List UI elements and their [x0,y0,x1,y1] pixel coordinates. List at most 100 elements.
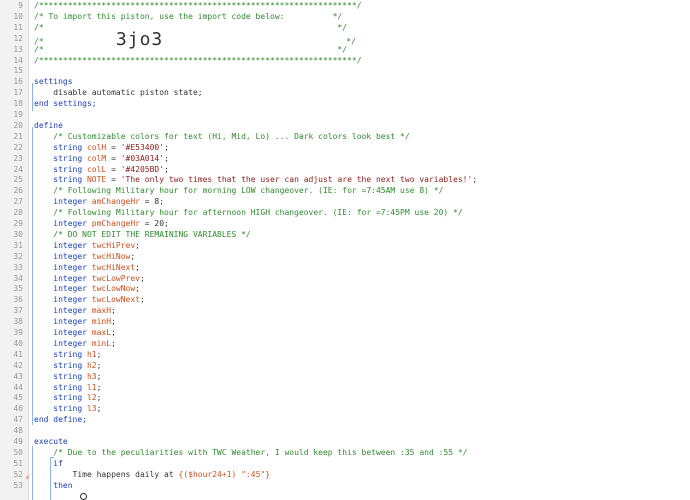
code-line[interactable]: 42 string h2; [0,360,690,371]
code-token: integer [34,295,92,305]
code-token: ; [96,382,102,392]
line-number: 53 [13,480,23,490]
code-token: string [34,164,87,174]
code-line[interactable]: 21 /* Customizable colors for text (Hi, … [0,131,690,142]
code-token: colL [86,164,107,174]
code-text: integer pmChangeHr = 20; [34,218,690,229]
code-line[interactable]: 15 [0,65,690,76]
code-line[interactable]: 49 execute [0,436,690,447]
code-line[interactable]: 43 string h3; [0,371,690,382]
code-line[interactable]: 50 /* Due to the peculiarities with TWC … [0,447,690,458]
code-token: disable automatic piston state; [34,88,203,98]
code-line[interactable]: 40 integer minL; [0,338,690,349]
code-token: 'The only two times that the user can ad… [120,175,473,185]
code-line[interactable]: 9 /**************************************… [0,0,690,11]
code-token: ; [96,371,102,381]
code-editor[interactable]: 9 /**************************************… [0,0,690,500]
code-token: end settings; [34,99,97,109]
code-token: string [34,404,87,414]
code-line[interactable]: 47 end define; [0,414,690,425]
line-number: 14 [13,55,23,65]
code-text: /* To import this piston, use the import… [34,11,690,22]
code-token: integer [34,273,92,283]
code-line[interactable]: 51 if [0,458,690,469]
code-line[interactable]: 46 string l3; [0,403,690,414]
code-text: string h2; [34,360,690,371]
code-line[interactable]: 41 string h1; [0,349,690,360]
code-line[interactable]: 28 /* Following Military hour for aftern… [0,207,690,218]
code-line[interactable]: 44 string l1; [0,382,690,393]
code-token: = [106,175,121,185]
code-line[interactable]: 24 string colL = '#4205BD'; [0,164,690,175]
code-token: {($hour24+1) ":45"} [178,469,271,479]
line-number: 28 [13,208,23,218]
code-token: '#03A014' [120,153,165,163]
code-token: ; [164,164,169,174]
code-line[interactable]: 52 Time happens daily at {($hour24+1) ":… [0,469,690,480]
line-number: 42 [13,360,23,370]
code-token: '#E53400' [120,142,165,152]
line-number: 49 [13,437,23,446]
code-line[interactable]: 11 /* */ [0,22,690,33]
line-number: 17 [13,88,23,98]
code-text: integer twcLowNext; [34,294,690,305]
code-token: twcHiNow [91,251,131,261]
code-line[interactable]: 19 [0,109,690,120]
code-line[interactable]: 22 string colH = '#E53400'; [0,142,690,153]
code-token: h2 [86,360,97,370]
code-token: = 20; [139,219,169,228]
code-line[interactable]: 18 end settings; [0,98,690,109]
code-token: if [34,458,63,468]
code-line[interactable]: 53 then [0,480,690,491]
code-token: string [34,349,87,359]
code-line[interactable]: 13 /* */ [0,44,690,55]
code-line[interactable]: 17 disable automatic piston state; [0,87,690,98]
lightning-bolt-icon: ⚡ [25,473,30,482]
code-line[interactable]: 38 integer minH; [0,316,690,327]
code-line[interactable]: 27 integer amChangeHr = 8; [0,196,690,207]
code-line[interactable]: 37 integer maxH; [0,305,690,316]
code-text: integer minH; [34,316,690,327]
code-text: integer twcLowNow; [34,283,690,294]
line-number: 13 [13,44,23,54]
block-guide-if [50,457,51,500]
code-line[interactable]: 25 string NOTE = 'The only two times tha… [0,174,690,185]
code-line[interactable]: 34 integer twcLowPrev; [0,273,690,284]
line-number: 15 [13,66,23,76]
code-text: /* Due to the peculiarities with TWC Wea… [34,447,690,458]
line-number: 35 [13,284,23,294]
code-line[interactable]: 48 [0,425,690,436]
code-line[interactable]: 26 /* Following Military hour for mornin… [0,185,690,196]
code-text: then [34,480,690,491]
code-token: integer [34,219,92,228]
code-line[interactable]: 39 integer maxL; [0,327,690,338]
line-number: 50 [13,447,23,457]
code-line[interactable]: 23 string colM = '#03A014'; [0,153,690,164]
code-token: /* */ [34,44,348,54]
code-token: integer [34,338,92,348]
code-line[interactable]: 29 integer pmChangeHr = 20; [0,218,690,229]
code-line[interactable]: 30 /* DO NOT EDIT THE REMAINING VARIABLE… [0,229,690,240]
code-token: NOTE [86,175,107,185]
line-number: 45 [13,393,23,403]
code-text: /* */ [34,44,690,55]
line-number: 52 [13,469,23,479]
mouse-cursor-icon [80,493,87,500]
code-line[interactable]: 36 integer twcLowNext; [0,294,690,305]
code-line[interactable]: 32 integer twcHiNow; [0,251,690,262]
code-line[interactable]: 45 string l2; [0,392,690,403]
code-token: ; [111,338,116,348]
code-text: /***************************************… [34,0,690,11]
code-line[interactable]: 31 integer twcHiPrev; [0,240,690,251]
code-line[interactable]: 10 /* To import this piston, use the impo… [0,11,690,22]
code-line[interactable]: 16 settings [0,76,690,87]
code-token: ; [164,142,169,152]
code-line[interactable]: 12/* 3jo3 */ [0,30,690,48]
block-guide-define [32,127,33,425]
code-token: h3 [86,371,97,381]
code-line[interactable]: 35 integer twcLowNow; [0,283,690,294]
code-line[interactable]: 14 /*************************************… [0,55,690,66]
code-line[interactable]: 33 integer twcHiNext; [0,262,690,273]
code-line[interactable]: 20 define [0,120,690,131]
line-number: 30 [13,229,23,239]
